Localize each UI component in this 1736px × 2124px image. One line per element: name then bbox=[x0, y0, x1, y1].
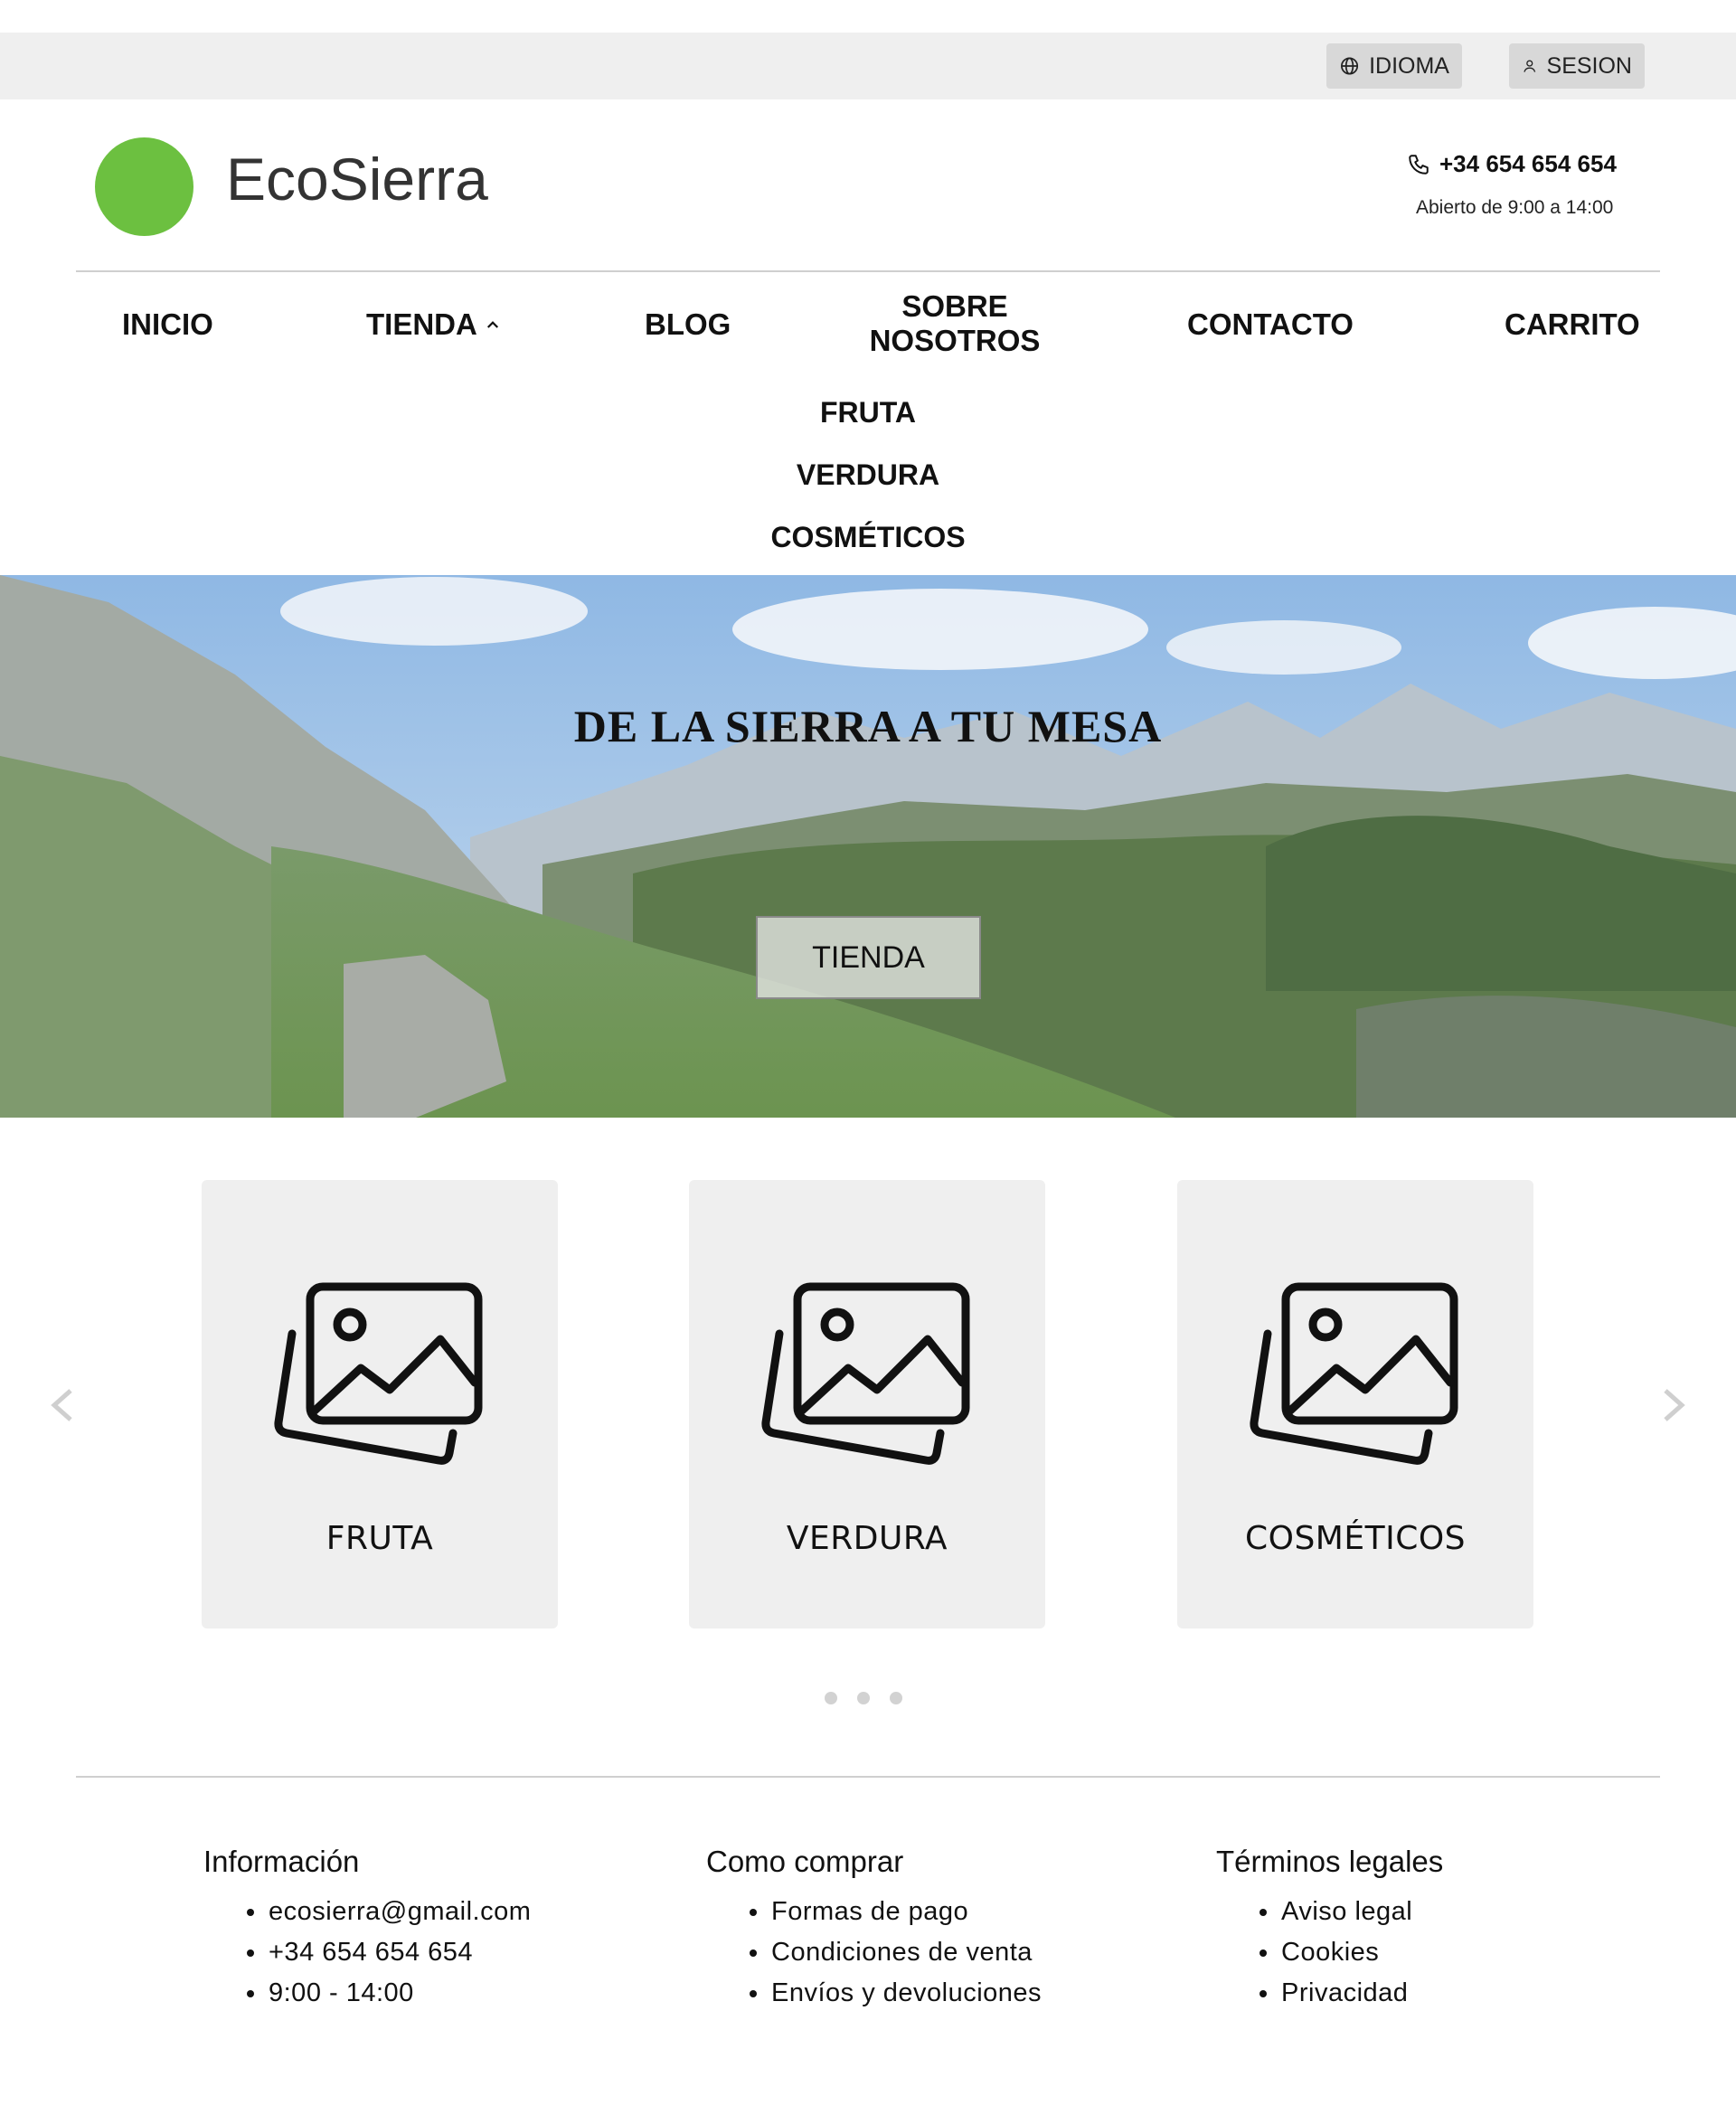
carousel-next-arrow-icon[interactable] bbox=[1655, 1378, 1691, 1432]
footer-column-como-comprar: Como comprar Formas de pago Condiciones … bbox=[706, 1845, 1042, 2014]
language-label: IDIOMA bbox=[1369, 52, 1449, 79]
carousel-prev-arrow-icon[interactable] bbox=[45, 1378, 81, 1432]
footer-link-envios[interactable]: Envíos y devoluciones bbox=[749, 1973, 1042, 2014]
image-gallery-icon bbox=[761, 1282, 970, 1465]
user-icon bbox=[1524, 60, 1536, 72]
submenu-item-fruta[interactable]: FRUTA bbox=[0, 396, 1736, 430]
footer-link-phone[interactable]: +34 654 654 654 bbox=[246, 1932, 531, 1973]
image-gallery-icon bbox=[1250, 1282, 1458, 1465]
card-label: FRUTA bbox=[326, 1520, 434, 1557]
globe-icon bbox=[1341, 57, 1359, 75]
session-label: SESION bbox=[1546, 52, 1632, 79]
category-card-verdura[interactable]: VERDURA bbox=[689, 1180, 1045, 1628]
footer-column-informacion: Información ecosierra@gmail.com +34 654 … bbox=[203, 1845, 531, 2014]
submenu-item-cosmeticos[interactable]: COSMÉTICOS bbox=[0, 521, 1736, 554]
language-button[interactable]: IDIOMA bbox=[1326, 43, 1462, 89]
category-card-cosmeticos[interactable]: COSMÉTICOS bbox=[1177, 1180, 1533, 1628]
phone-icon bbox=[1409, 154, 1429, 175]
footer-heading: Como comprar bbox=[706, 1845, 904, 1878]
carousel-dot[interactable] bbox=[857, 1692, 870, 1704]
hero-banner: DE LA SIERRA A TU MESA TIENDA bbox=[0, 575, 1736, 1118]
header-divider bbox=[76, 270, 1660, 272]
footer-link-condiciones[interactable]: Condiciones de venta bbox=[749, 1932, 1042, 1973]
nav-item-contacto[interactable]: CONTACTO bbox=[1187, 307, 1354, 342]
logo[interactable] bbox=[95, 137, 193, 236]
nav-item-blog[interactable]: BLOG bbox=[645, 307, 731, 342]
submenu-item-verdura[interactable]: VERDURA bbox=[0, 458, 1736, 492]
footer-heading: Términos legales bbox=[1216, 1845, 1444, 1878]
nav-item-inicio[interactable]: INICIO bbox=[122, 307, 213, 342]
footer-link-email[interactable]: ecosierra@gmail.com bbox=[246, 1892, 531, 1932]
footer-link-formas-de-pago[interactable]: Formas de pago bbox=[749, 1892, 1042, 1932]
nav-item-tienda[interactable]: TIENDA bbox=[366, 307, 501, 342]
footer-hours: 9:00 - 14:00 bbox=[246, 1973, 531, 2014]
carousel-pagination bbox=[825, 1692, 902, 1704]
card-label: VERDURA bbox=[786, 1520, 948, 1557]
footer-divider bbox=[76, 1776, 1660, 1778]
phone-contact[interactable]: +34 654 654 654 bbox=[1407, 150, 1617, 178]
footer-link-aviso-legal[interactable]: Aviso legal bbox=[1259, 1892, 1443, 1932]
nav-item-sobre-nosotros[interactable]: SOBRE NOSOTROS bbox=[859, 289, 1051, 358]
mountain-landscape-image bbox=[0, 575, 1736, 1118]
footer-column-terminos-legales: Términos legales Aviso legal Cookies Pri… bbox=[1216, 1845, 1443, 2014]
nav-item-tienda-label: TIENDA bbox=[366, 307, 477, 341]
hero-title: DE LA SIERRA A TU MESA bbox=[573, 701, 1163, 751]
top-utility-bar: IDIOMA SESION bbox=[0, 33, 1736, 99]
category-card-fruta[interactable]: FRUTA bbox=[202, 1180, 558, 1628]
card-label: COSMÉTICOS bbox=[1244, 1520, 1467, 1557]
nav-item-carrito[interactable]: CARRITO bbox=[1505, 307, 1640, 342]
opening-hours: Abierto de 9:00 a 14:00 bbox=[1416, 197, 1614, 218]
footer-heading: Información bbox=[203, 1845, 360, 1878]
chevron-up-icon bbox=[486, 321, 498, 328]
phone-number: +34 654 654 654 bbox=[1439, 150, 1617, 177]
session-button[interactable]: SESION bbox=[1509, 43, 1645, 89]
carousel-dot[interactable] bbox=[825, 1692, 837, 1704]
hero-shop-button[interactable]: TIENDA bbox=[756, 916, 981, 999]
carousel-dot[interactable] bbox=[890, 1692, 902, 1704]
footer-link-cookies[interactable]: Cookies bbox=[1259, 1932, 1443, 1973]
footer-link-privacidad[interactable]: Privacidad bbox=[1259, 1973, 1443, 2014]
image-gallery-icon bbox=[274, 1282, 483, 1465]
brand-name[interactable]: EcoSierra bbox=[226, 145, 488, 213]
